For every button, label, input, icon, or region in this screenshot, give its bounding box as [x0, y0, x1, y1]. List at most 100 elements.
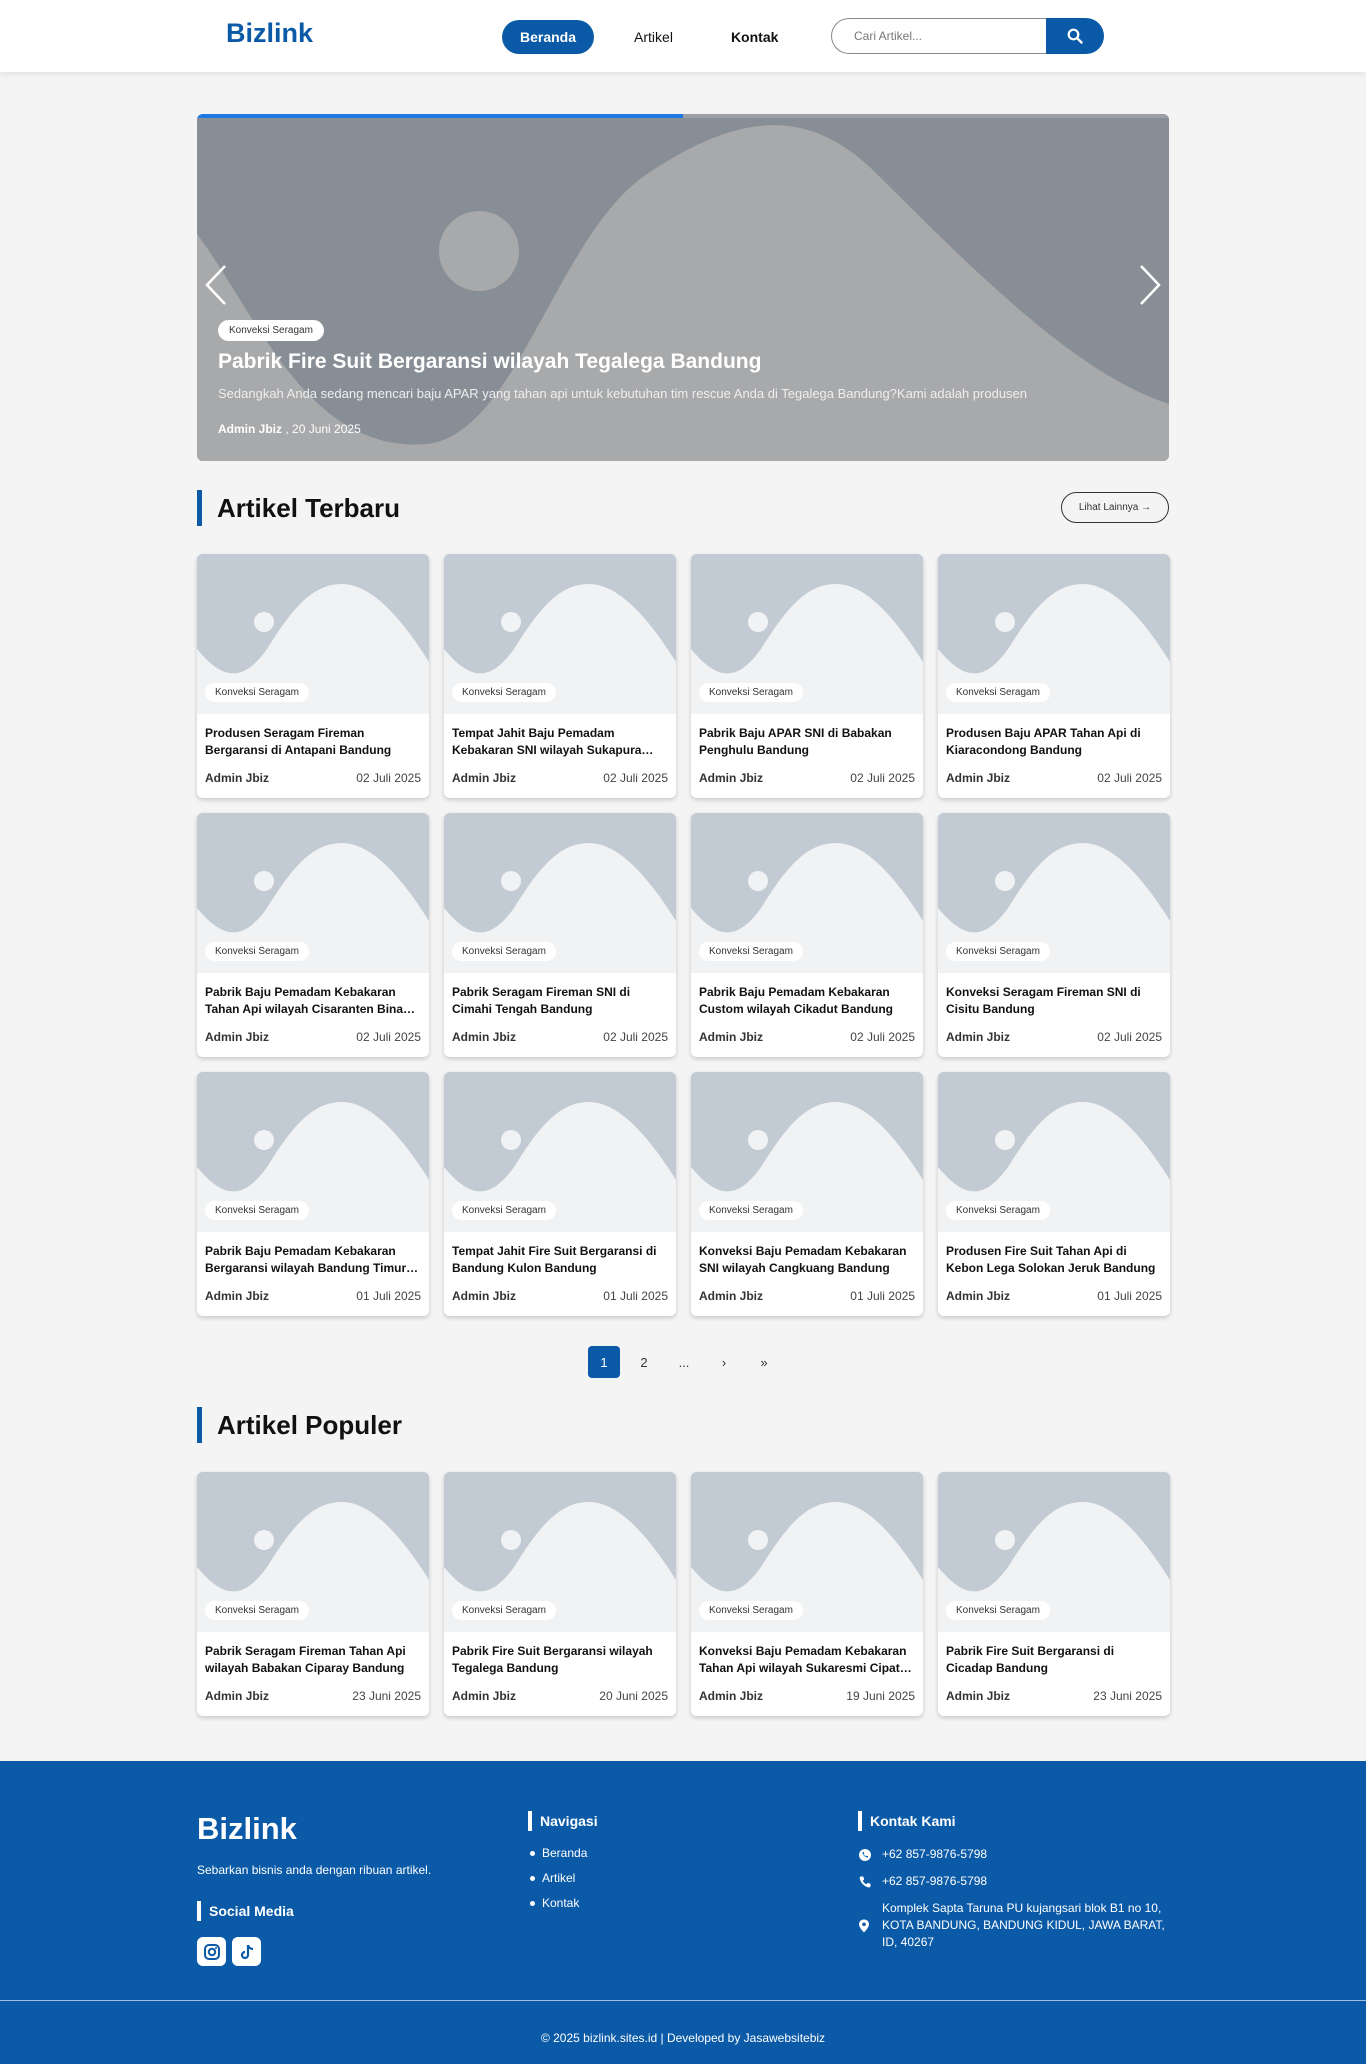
article-category-badge[interactable]: Konveksi Seragam — [205, 1601, 309, 1620]
page-ellipsis: ... — [678, 1354, 690, 1370]
article-category-badge[interactable]: Konveksi Seragam — [946, 683, 1050, 702]
latest-article-card[interactable]: Konveksi Seragam Pabrik Baju Pemadam Keba… — [197, 813, 429, 1057]
footer-nav-beranda[interactable]: Beranda — [528, 1846, 587, 1860]
hero-title[interactable]: Pabrik Fire Suit Bergaransi wilayah Tega… — [218, 350, 761, 374]
instagram-link[interactable] — [197, 1937, 226, 1966]
latest-article-card[interactable]: Konveksi Seragam Pabrik Baju Pemadam Keba… — [197, 1072, 429, 1316]
slider-prev-arrow[interactable] — [205, 264, 227, 311]
nav-kontak[interactable]: Kontak — [731, 29, 778, 45]
latest-article-card[interactable]: Konveksi Seragam Pabrik Baju APAR SNI di … — [691, 554, 923, 798]
article-author: Admin Jbiz — [946, 1030, 1011, 1044]
latest-article-card[interactable]: Konveksi Seragam Tempat Jahit Baju Pemada… — [444, 554, 676, 798]
article-title[interactable]: Tempat Jahit Baju Pemadam Kebakaran SNI … — [452, 725, 668, 759]
page-1-button[interactable]: 1 — [588, 1346, 620, 1378]
tiktok-link[interactable] — [232, 1937, 261, 1966]
popular-article-card[interactable]: Konveksi Seragam Pabrik Fire Suit Bergara… — [444, 1472, 676, 1716]
article-title[interactable]: Pabrik Baju APAR SNI di Babakan Penghulu… — [699, 725, 915, 759]
article-date: 02 Juli 2025 — [850, 1030, 915, 1044]
article-category-badge[interactable]: Konveksi Seragam — [452, 942, 556, 961]
article-date: 02 Juli 2025 — [603, 1030, 668, 1044]
nav-beranda[interactable]: Beranda — [502, 20, 595, 54]
latest-section-title: Artikel Terbaru — [197, 490, 400, 526]
article-category-badge[interactable]: Konveksi Seragam — [205, 942, 309, 961]
footer-nav-artikel[interactable]: Artikel — [528, 1871, 587, 1885]
article-category-badge[interactable]: Konveksi Seragam — [205, 683, 309, 702]
article-author: Admin Jbiz — [452, 1689, 517, 1703]
slider-progress-fill — [197, 114, 683, 118]
article-date: 02 Juli 2025 — [1097, 1030, 1162, 1044]
article-date: 02 Juli 2025 — [356, 1030, 421, 1044]
latest-article-card[interactable]: Konveksi Seragam Tempat Jahit Fire Suit B… — [444, 1072, 676, 1316]
search-input[interactable] — [831, 18, 1046, 54]
slider-next-arrow[interactable] — [1139, 264, 1161, 311]
search-icon — [1067, 28, 1083, 44]
article-title[interactable]: Produsen Fire Suit Tahan Api di Kebon Le… — [946, 1243, 1162, 1277]
footer-logo[interactable]: Bizlink — [197, 1811, 297, 1847]
article-title[interactable]: Tempat Jahit Fire Suit Bergaransi di Ban… — [452, 1243, 668, 1277]
article-category-badge[interactable]: Konveksi Seragam — [452, 683, 556, 702]
contact-list: +62 857-9876-5798 +62 857-9876-5798 Komp… — [858, 1846, 1178, 1961]
location-pin-icon — [859, 1919, 869, 1932]
article-title[interactable]: Pabrik Fire Suit Bergaransi di Cicadap B… — [946, 1643, 1162, 1677]
latest-article-card[interactable]: Konveksi Seragam Pabrik Baju Pemadam Keba… — [691, 813, 923, 1057]
article-author: Admin Jbiz — [452, 771, 517, 785]
next-page-button[interactable]: › — [708, 1346, 740, 1378]
nav-artikel[interactable]: Artikel — [634, 29, 673, 45]
latest-article-card[interactable]: Konveksi Seragam Produsen Seragam Fireman… — [197, 554, 429, 798]
article-category-badge[interactable]: Konveksi Seragam — [946, 942, 1050, 961]
search-button[interactable] — [1046, 18, 1104, 54]
article-category-badge[interactable]: Konveksi Seragam — [452, 1601, 556, 1620]
latest-article-card[interactable]: Konveksi Seragam Produsen Baju APAR Tahan… — [938, 554, 1170, 798]
article-title[interactable]: Pabrik Seragam Fireman SNI di Cimahi Ten… — [452, 984, 668, 1018]
article-author: Admin Jbiz — [699, 1289, 764, 1303]
latest-article-card[interactable]: Konveksi Seragam Konveksi Seragam Fireman… — [938, 813, 1170, 1057]
popular-article-card[interactable]: Konveksi Seragam Pabrik Fire Suit Bergara… — [938, 1472, 1170, 1716]
article-date: 01 Juli 2025 — [1097, 1289, 1162, 1303]
footer-nav-kontak[interactable]: Kontak — [528, 1896, 587, 1910]
article-category-badge[interactable]: Konveksi Seragam — [699, 683, 803, 702]
article-category-badge[interactable]: Konveksi Seragam — [946, 1201, 1050, 1220]
last-page-button[interactable]: » — [748, 1346, 780, 1378]
article-title[interactable]: Pabrik Fire Suit Bergaransi wilayah Tega… — [452, 1643, 668, 1677]
article-title[interactable]: Konveksi Baju Pemadam Kebakaran Tahan Ap… — [699, 1643, 915, 1677]
latest-article-card[interactable]: Konveksi Seragam Produsen Fire Suit Tahan… — [938, 1072, 1170, 1316]
chevron-right-icon — [1140, 265, 1161, 305]
hero-category-badge[interactable]: Konveksi Seragam — [218, 320, 324, 341]
article-title[interactable]: Pabrik Baju Pemadam Kebakaran Custom wil… — [699, 984, 915, 1018]
article-author: Admin Jbiz — [452, 1289, 517, 1303]
article-title[interactable]: Konveksi Baju Pemadam Kebakaran SNI wila… — [699, 1243, 915, 1277]
article-author: Admin Jbiz — [946, 1289, 1011, 1303]
article-category-badge[interactable]: Konveksi Seragam — [205, 1201, 309, 1220]
latest-article-card[interactable]: Konveksi Seragam Konveksi Baju Pemadam Ke… — [691, 1072, 923, 1316]
article-title[interactable]: Konveksi Seragam Fireman SNI di Cisitu B… — [946, 984, 1162, 1018]
article-category-badge[interactable]: Konveksi Seragam — [946, 1601, 1050, 1620]
contact-phone-number: +62 857-9876-5798 — [882, 1874, 988, 1888]
article-title[interactable]: Pabrik Baju Pemadam Kebakaran Tahan Api … — [205, 984, 421, 1018]
article-title[interactable]: Pabrik Seragam Fireman Tahan Api wilayah… — [205, 1643, 421, 1677]
popular-article-card[interactable]: Konveksi Seragam Pabrik Seragam Fireman T… — [197, 1472, 429, 1716]
article-category-badge[interactable]: Konveksi Seragam — [699, 1201, 803, 1220]
article-author: Admin Jbiz — [699, 1030, 764, 1044]
latest-article-card[interactable]: Konveksi Seragam Pabrik Seragam Fireman S… — [444, 813, 676, 1057]
copyright-text: © 2025 bizlink.sites.id | Developed by J… — [540, 2031, 826, 2045]
see-more-button[interactable]: Lihat Lainnya → — [1061, 492, 1169, 523]
article-date: 23 Juni 2025 — [352, 1689, 421, 1703]
article-category-badge[interactable]: Konveksi Seragam — [699, 942, 803, 961]
contact-phone[interactable]: +62 857-9876-5798 — [858, 1873, 1178, 1890]
page-2-button[interactable]: 2 — [628, 1346, 660, 1378]
hero-meta: Admin Jbiz , 20 Juni 2025 — [218, 422, 361, 436]
phone-icon — [859, 1876, 871, 1888]
article-title[interactable]: Pabrik Baju Pemadam Kebakaran Bergaransi… — [205, 1243, 421, 1277]
contact-whatsapp[interactable]: +62 857-9876-5798 — [858, 1846, 1178, 1863]
article-category-badge[interactable]: Konveksi Seragam — [452, 1201, 556, 1220]
article-date: 02 Juli 2025 — [1097, 771, 1162, 785]
article-author: Admin Jbiz — [452, 1030, 517, 1044]
popular-article-card[interactable]: Konveksi Seragam Konveksi Baju Pemadam Ke… — [691, 1472, 923, 1716]
site-logo[interactable]: Bizlink — [226, 18, 313, 49]
hero-slider[interactable]: Konveksi Seragam Pabrik Fire Suit Bergar… — [197, 114, 1169, 461]
article-date: 01 Juli 2025 — [850, 1289, 915, 1303]
article-title[interactable]: Produsen Seragam Fireman Bergaransi di A… — [205, 725, 421, 759]
chevron-left-icon — [205, 265, 226, 305]
article-title[interactable]: Produsen Baju APAR Tahan Api di Kiaracon… — [946, 725, 1162, 759]
article-category-badge[interactable]: Konveksi Seragam — [699, 1601, 803, 1620]
